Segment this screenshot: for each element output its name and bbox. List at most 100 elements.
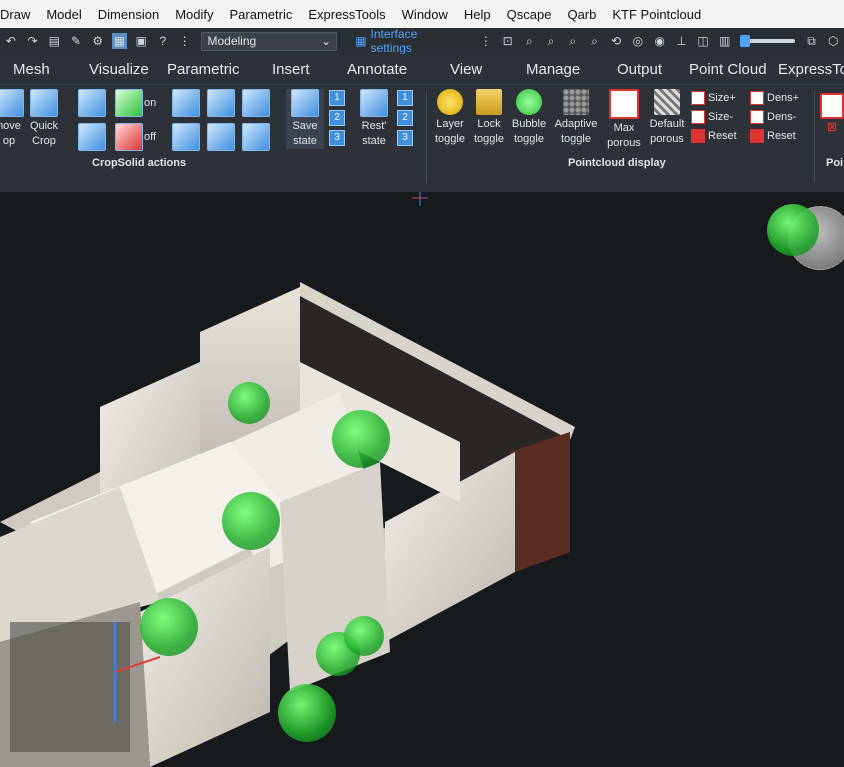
crop-lower-button[interactable]	[172, 123, 200, 153]
dens-minus-icon	[750, 110, 764, 124]
crop-off-button[interactable]	[114, 123, 144, 153]
model-viewport[interactable]	[0, 192, 844, 767]
tab-view[interactable]: View	[450, 61, 482, 78]
image-icon[interactable]: ▣	[133, 33, 149, 49]
dens-plus-button[interactable]: Dens+	[750, 91, 799, 105]
porous-icon	[609, 89, 639, 119]
save-slot-3[interactable]: 3	[329, 130, 345, 146]
crop-left-button[interactable]	[242, 89, 270, 119]
menu-qarb[interactable]: Qarb	[559, 7, 604, 22]
tab-mesh[interactable]: Mesh	[13, 61, 50, 78]
crop-raise-button[interactable]	[207, 123, 235, 153]
red-cube-icon	[115, 123, 143, 151]
lock-toggle-button[interactable]: Lock toggle	[472, 89, 506, 147]
tab-point-cloud[interactable]: Point Cloud	[689, 61, 767, 78]
camera-icon[interactable]: ◫	[695, 33, 711, 49]
orbit-icon[interactable]: ⟲	[608, 33, 624, 49]
tab-manage[interactable]: Manage	[526, 61, 580, 78]
bulb-crop-off-button[interactable]	[78, 123, 106, 153]
properties-icon[interactable]: ▦	[111, 33, 128, 49]
layer-toggle-button[interactable]: Layer toggle	[433, 89, 467, 147]
dens-plus-label: Dens+	[767, 92, 800, 104]
bulb-icon	[437, 89, 463, 115]
menu-model[interactable]: Model	[38, 7, 89, 22]
save-state-button[interactable]: Save state	[286, 89, 324, 149]
cube-icon[interactable]: ⬡	[825, 33, 841, 49]
close-icon: ☒	[827, 122, 837, 134]
size-plus-label: Size+	[708, 92, 736, 104]
crop-on-button[interactable]	[114, 89, 144, 119]
bubble-icon	[516, 89, 542, 115]
redo-icon[interactable]: ↷	[25, 33, 41, 49]
dens-reset-button[interactable]: Reset	[750, 129, 796, 143]
more-icon[interactable]: ⋮	[177, 33, 193, 49]
bulb-crop-on-button[interactable]	[78, 89, 106, 119]
panel-separator	[814, 91, 815, 183]
zoom-window-icon[interactable]: ⊡	[500, 33, 516, 49]
zoom-extents-icon[interactable]: ⌕	[565, 33, 581, 49]
restore-slot-3[interactable]: 3	[397, 130, 413, 146]
dens-minus-button[interactable]: Dens-	[750, 110, 796, 124]
render-icon[interactable]: ▥	[717, 33, 733, 49]
menu-window[interactable]: Window	[394, 7, 456, 22]
bubble-toggle-label: Bubble toggle	[511, 118, 547, 145]
edit-icon[interactable]: ✎	[68, 33, 84, 49]
tab-visualize[interactable]: Visualize	[89, 61, 149, 78]
interface-settings-label: Interface settings	[370, 27, 418, 55]
workspace-select[interactable]: Modeling ⌄	[201, 31, 338, 51]
size-reset-button[interactable]: Reset	[691, 129, 737, 143]
tab-insert[interactable]: Insert	[272, 61, 310, 78]
size-minus-button[interactable]: Size-	[691, 110, 733, 124]
quick-crop-button[interactable]: Quick Crop	[28, 89, 60, 149]
zoom-out-icon[interactable]: ⌕	[587, 33, 603, 49]
save-slot-2[interactable]: 2	[329, 110, 345, 126]
tab-parametric[interactable]: Parametric	[167, 61, 240, 78]
bubble-sphere	[140, 598, 198, 656]
axis-icon[interactable]: ⊥	[674, 33, 690, 49]
size-plus-button[interactable]: Size+	[691, 91, 736, 105]
next-panel-button[interactable]: ☒	[820, 93, 844, 136]
zoom-icon[interactable]: ⌕	[521, 33, 537, 49]
layers-icon[interactable]: ▤	[46, 33, 62, 49]
crop-up-button[interactable]	[172, 89, 200, 119]
interface-settings-button[interactable]: ▦ Interface settings	[355, 27, 460, 55]
green-cube-icon	[115, 89, 143, 117]
tab-expresstools[interactable]: ExpressTo	[778, 61, 844, 78]
restore-slot-2[interactable]: 2	[397, 110, 413, 126]
menu-modify[interactable]: Modify	[167, 7, 221, 22]
arrow-down-icon	[172, 123, 200, 151]
remove-crop-button[interactable]: nove op	[0, 89, 24, 149]
undo-icon[interactable]: ↶	[3, 33, 19, 49]
max-porous-button[interactable]: Max porous	[604, 89, 644, 151]
ribbon-panel: nove op Quick Crop on off Save state 1 2…	[0, 84, 844, 193]
menu-parametric[interactable]: Parametric	[221, 7, 300, 22]
crop-settings-button[interactable]	[242, 123, 270, 153]
bubble-sphere	[344, 616, 384, 656]
point-cloud-building	[0, 192, 575, 767]
restore-slot-1[interactable]: 1	[397, 90, 413, 106]
default-porous-button[interactable]: Default porous	[647, 89, 687, 147]
tab-output[interactable]: Output	[617, 61, 662, 78]
menu-ktf-pointcloud[interactable]: KTF Pointcloud	[604, 7, 709, 22]
gear-icon[interactable]: ⚙	[90, 33, 106, 49]
menu-draw[interactable]: Draw	[0, 7, 38, 22]
zoom-in-icon[interactable]: ⌕	[543, 33, 559, 49]
menu-expresstools[interactable]: ExpressTools	[300, 7, 393, 22]
view-icon[interactable]: ◉	[652, 33, 668, 49]
compass-icon[interactable]: ◎	[630, 33, 646, 49]
menu-help[interactable]: Help	[456, 7, 499, 22]
restore-state-label: Rest' state	[361, 120, 387, 147]
tab-annotate[interactable]: Annotate	[347, 61, 407, 78]
bubble-toggle-button[interactable]: Bubble toggle	[510, 89, 548, 147]
bubble-sphere	[222, 492, 280, 550]
window-icon[interactable]: ⧉	[804, 33, 820, 49]
adaptive-toggle-button[interactable]: Adaptive toggle	[551, 89, 601, 147]
restore-state-button[interactable]: Rest' state	[356, 89, 392, 149]
crop-down-button[interactable]	[207, 89, 235, 119]
trailing-panel-title: Poi	[826, 157, 844, 169]
zoom-slider[interactable]	[739, 35, 795, 47]
menu-qscape[interactable]: Qscape	[499, 7, 560, 22]
help-icon[interactable]: ?	[155, 33, 171, 49]
save-slot-1[interactable]: 1	[329, 90, 345, 106]
menu-dimension[interactable]: Dimension	[90, 7, 167, 22]
